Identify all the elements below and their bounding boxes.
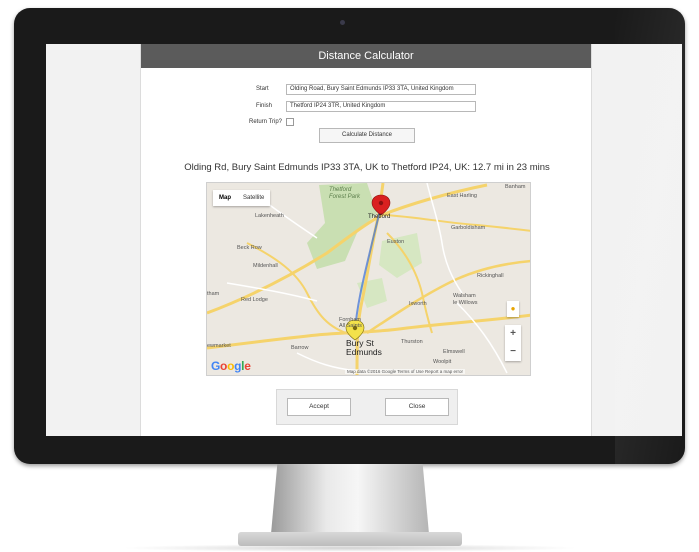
- place-red-lodge: Red Lodge: [241, 297, 268, 303]
- map-attribution: Map data ©2016 Google Terms of Use Repor…: [345, 369, 466, 374]
- google-logo: Google: [211, 359, 251, 373]
- place-thetford-forest: Thetford Forest Park: [329, 187, 361, 200]
- stage: Distance Calculator Start Olding Road, B…: [0, 0, 699, 552]
- place-lakenheath: Lakenheath: [255, 213, 284, 219]
- map-zoom-control: + −: [505, 325, 521, 361]
- street-view-pegman-icon[interactable]: ●: [507, 301, 519, 317]
- return-trip-checkbox[interactable]: [286, 118, 294, 126]
- calculate-distance-button[interactable]: Calculate Distance: [319, 128, 415, 143]
- monitor-screen: Distance Calculator Start Olding Road, B…: [46, 44, 682, 436]
- minor-road-4: [456, 302, 508, 374]
- zoom-out-button[interactable]: −: [505, 343, 521, 361]
- route-form: Start Olding Road, Bury Saint Edmunds IP…: [141, 68, 591, 158]
- place-elmswell: Elmswell: [443, 349, 465, 355]
- finish-label: Finish: [256, 103, 273, 109]
- webcam-icon: [340, 20, 345, 25]
- dialog-title: Distance Calculator: [141, 44, 591, 68]
- monitor-stand-base: [238, 532, 462, 546]
- map-type-satellite-button[interactable]: Satellite: [237, 190, 270, 206]
- minor-road-1: [266, 202, 318, 239]
- distance-calculator-dialog: Distance Calculator Start Olding Road, B…: [140, 44, 592, 436]
- place-beck-row: Beck Row: [237, 245, 262, 251]
- place-mildenhall: Mildenhall: [253, 263, 278, 269]
- route-summary: Olding Rd, Bury Saint Edmunds IP33 3TA, …: [184, 162, 550, 173]
- place-rickinghall: Rickinghall: [477, 273, 504, 279]
- finish-input[interactable]: Thetford IP24 3TR, United Kingdom: [286, 101, 476, 112]
- place-banham: Banham: [505, 184, 526, 190]
- start-label: Start: [256, 86, 269, 92]
- place-woolpit: Woolpit: [433, 359, 452, 365]
- map-type-map-button[interactable]: Map: [213, 190, 237, 206]
- monitor-stand-neck: [271, 464, 429, 534]
- close-button[interactable]: Close: [385, 398, 449, 416]
- place-bury-st-edmunds: Bury St Edmunds: [346, 338, 382, 357]
- place-tham: tham: [207, 291, 220, 297]
- return-trip-label: Return Trip?: [249, 119, 283, 125]
- place-east-harling: East Harling: [447, 193, 477, 199]
- place-ixworth: Ixworth: [409, 301, 427, 307]
- place-thurston: Thurston: [401, 339, 423, 345]
- zoom-in-button[interactable]: +: [505, 325, 521, 343]
- place-thetford: Thetford: [368, 214, 391, 220]
- place-newmarket: ewmarket: [207, 343, 231, 349]
- place-euston: Euston: [387, 239, 405, 245]
- dialog-footer: Accept Close: [276, 389, 458, 425]
- place-garboldisham: Garboldisham: [451, 225, 486, 231]
- monitor-bezel: Distance Calculator Start Olding Road, B…: [14, 8, 685, 464]
- place-fornham-all-saints: Fornham All Saints: [339, 317, 362, 329]
- route-map[interactable]: Map Satellite Thetford Forest Park Thetf…: [206, 182, 531, 376]
- accept-button[interactable]: Accept: [287, 398, 351, 416]
- place-barrow: Barrow: [291, 345, 309, 351]
- start-input[interactable]: Olding Road, Bury Saint Edmunds IP33 3TA…: [286, 84, 476, 95]
- map-type-control: Map Satellite: [213, 190, 271, 206]
- place-walsham-le-willows: Walsham le Willows: [453, 293, 478, 306]
